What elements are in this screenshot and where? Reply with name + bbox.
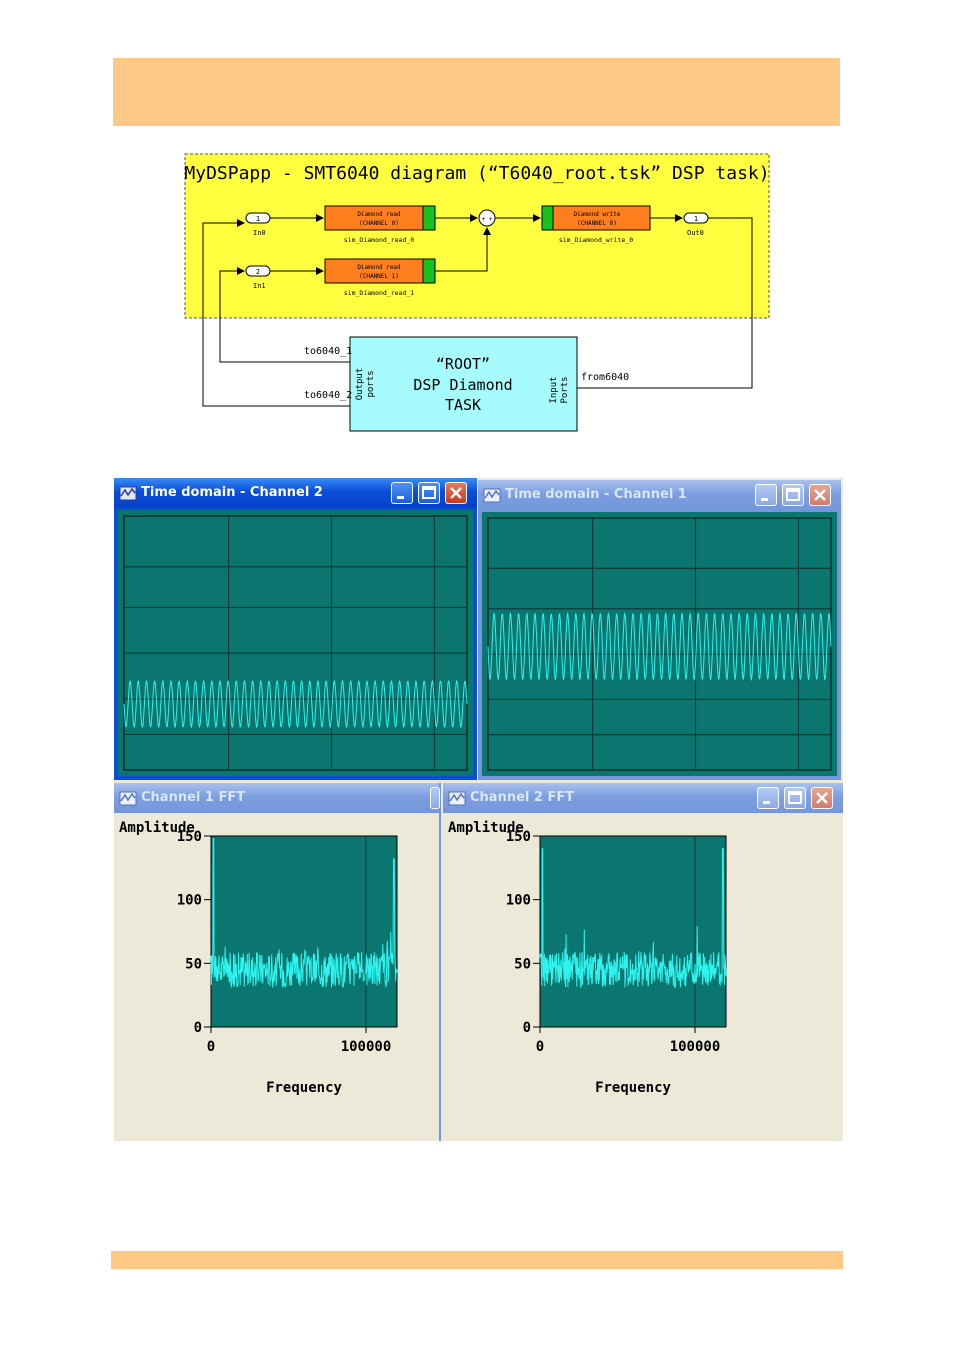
- titlebar[interactable]: Channel 2 FFT: [443, 783, 843, 813]
- signal-label-to1: to6040_1: [304, 346, 352, 357]
- fft-plot-ch1: Amplitude1501005000 100000Frequency: [119, 820, 398, 1096]
- svg-text:Diamond read: Diamond read: [357, 211, 401, 218]
- svg-text:Diamond read: Diamond read: [357, 264, 401, 271]
- y-tick-label: 0: [194, 1020, 202, 1036]
- signal-label-to2: to6040_2: [304, 390, 352, 401]
- y-tick-label: 50: [185, 956, 202, 972]
- svg-text:sim_Diamond_read_0: sim_Diamond_read_0: [344, 236, 415, 244]
- y-tick-label: 150: [177, 829, 202, 845]
- minimize-icon: [397, 496, 404, 499]
- close-icon: [450, 487, 462, 499]
- y-tick-label: 100: [506, 893, 531, 909]
- svg-text:+ +: + +: [482, 216, 493, 223]
- fft-plot-ch2: Amplitude1501005000 100000Frequency: [448, 820, 727, 1096]
- close-button[interactable]: [809, 484, 831, 506]
- scope-windows-area: Time domain - Channel 2 Time domain - Ch…: [114, 478, 843, 1141]
- window-channel1-fft[interactable]: Channel 1 FFT Amplitude 150 100 50 0 0 100000 F…: [114, 783, 441, 1141]
- window-time-domain-ch2[interactable]: Time domain - Channel 2: [114, 478, 477, 780]
- bottom-banner: [111, 1251, 843, 1269]
- svg-text:(CHANNEL 1): (CHANNEL 1): [359, 273, 399, 280]
- x-tick-label: 100000: [341, 1039, 392, 1055]
- svg-text:ports: ports: [366, 370, 376, 397]
- y-tick-label: 0: [523, 1020, 531, 1036]
- maximize-button[interactable]: [784, 787, 806, 809]
- x-axis-label: Frequency: [595, 1080, 671, 1096]
- minimize-icon: [761, 498, 768, 501]
- minimize-icon: [763, 801, 770, 804]
- window-title: Channel 1 FFT: [141, 790, 246, 805]
- svg-text:1: 1: [256, 215, 260, 223]
- close-icon: [814, 489, 826, 501]
- time-plot-ch1: [482, 512, 837, 776]
- x-tick-label: 0: [536, 1039, 544, 1055]
- series-trace: [487, 611, 832, 682]
- sum-block[interactable]: + +: [478, 209, 496, 227]
- diagram-title: MyDSPapp - SMT6040 diagram (“T6040_root.…: [184, 163, 769, 184]
- x-tick-label: 100000: [670, 1039, 721, 1055]
- svg-text:(CHANNEL 0): (CHANNEL 0): [577, 220, 617, 227]
- series-trace: [123, 679, 468, 729]
- close-button[interactable]: [811, 787, 833, 809]
- svg-text:TASK: TASK: [445, 396, 481, 414]
- dsp-diagram: MyDSPapp - SMT6040 diagram (“T6040_root.…: [180, 150, 780, 440]
- root-dsp-task[interactable]: “ROOT” DSP Diamond TASK Output ports Inp…: [349, 336, 578, 432]
- plot-area: [539, 835, 727, 1028]
- minimize-button[interactable]: [430, 787, 440, 809]
- minimize-button[interactable]: [391, 482, 413, 504]
- plot-frame: [123, 515, 468, 771]
- window-title: Channel 2 FFT: [470, 790, 575, 805]
- titlebar[interactable]: Time domain - Channel 1: [478, 480, 841, 510]
- titlebar[interactable]: Time domain - Channel 2: [114, 478, 477, 508]
- maximize-icon: [422, 486, 436, 499]
- scope-icon: [448, 791, 466, 806]
- svg-text:Diamond write: Diamond write: [574, 211, 621, 218]
- scope-icon: [483, 488, 501, 503]
- svg-text:sim_Diamond_write_0: sim_Diamond_write_0: [559, 236, 633, 244]
- y-tick-label: 100: [177, 893, 202, 909]
- svg-text:Out0: Out0: [687, 229, 704, 237]
- close-icon: [816, 792, 828, 804]
- plot-area: [210, 835, 398, 1028]
- top-banner: [113, 58, 840, 126]
- window-time-domain-ch1[interactable]: Time domain - Channel 1: [478, 480, 841, 780]
- signal-label-from: from6040: [581, 372, 629, 383]
- svg-text:Ports: Ports: [560, 376, 570, 403]
- maximize-icon: [788, 791, 802, 804]
- svg-text:“ROOT”: “ROOT”: [436, 355, 490, 373]
- titlebar[interactable]: Channel 1 FFT: [114, 783, 440, 813]
- svg-text:Input: Input: [549, 376, 559, 403]
- svg-text:2: 2: [256, 268, 260, 276]
- svg-text:sim_Diamond_read_1: sim_Diamond_read_1: [344, 289, 415, 297]
- x-axis-label: Frequency: [266, 1080, 342, 1096]
- svg-text:DSP Diamond: DSP Diamond: [413, 376, 512, 394]
- close-button[interactable]: [445, 482, 467, 504]
- scope-icon: [119, 791, 137, 806]
- svg-text:(CHANNEL 0): (CHANNEL 0): [359, 220, 399, 227]
- svg-text:In0: In0: [253, 229, 266, 237]
- maximize-button[interactable]: [418, 482, 440, 504]
- window-channel2-fft[interactable]: Channel 2 FFT Amplitude 150 100 50 0 0 100000 F…: [443, 783, 843, 1141]
- svg-text:Output: Output: [355, 368, 365, 401]
- scope-icon: [119, 486, 137, 501]
- window-title: Time domain - Channel 1: [505, 487, 687, 502]
- window-title: Time domain - Channel 2: [141, 485, 323, 500]
- y-tick-label: 150: [506, 829, 531, 845]
- svg-text:1: 1: [694, 215, 698, 223]
- minimize-button[interactable]: [755, 484, 777, 506]
- maximize-button[interactable]: [782, 484, 804, 506]
- minimize-button[interactable]: [757, 787, 779, 809]
- maximize-icon: [786, 488, 800, 501]
- y-tick-label: 50: [514, 956, 531, 972]
- time-plot-ch2: [118, 510, 473, 776]
- svg-text:In1: In1: [253, 282, 266, 290]
- x-tick-label: 0: [207, 1039, 215, 1055]
